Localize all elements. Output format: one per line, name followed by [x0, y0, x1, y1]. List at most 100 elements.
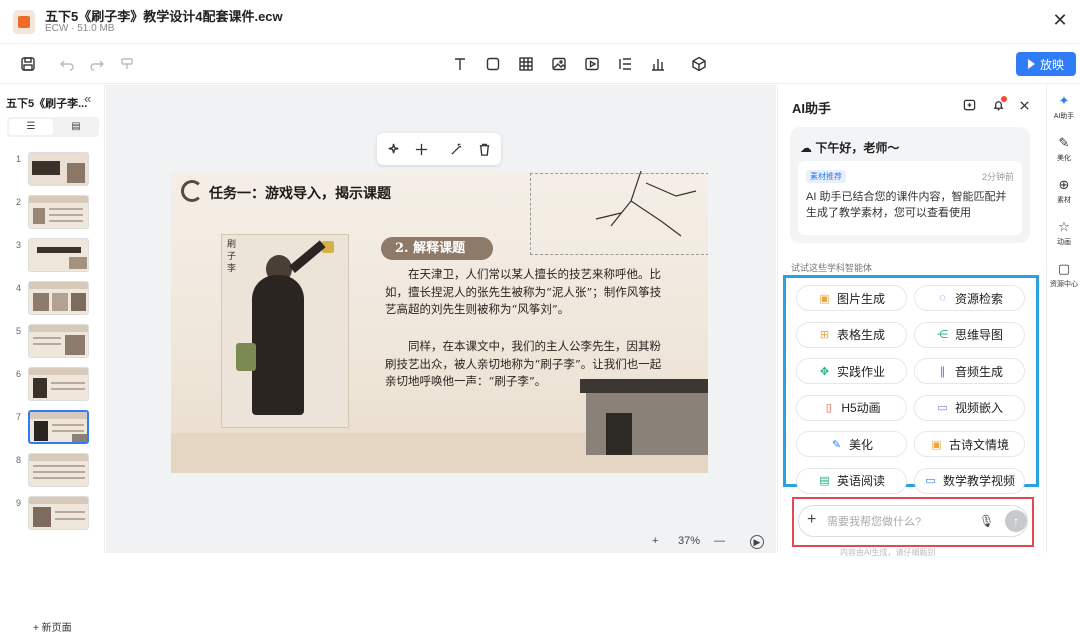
chat-input[interactable] [827, 512, 967, 532]
slide-number: 2 [16, 197, 22, 207]
image-icon[interactable] [549, 54, 569, 74]
new-page-button[interactable]: + 新页面 [33, 619, 72, 634]
rail-item-ai-assistant[interactable]: ✦ AI助手 [1047, 93, 1080, 121]
greeting-text: ☁ 下午好，老师～ [800, 141, 900, 155]
microphone-icon[interactable]: 🎙 [979, 514, 994, 528]
zoom-out-button[interactable]: — [714, 535, 725, 547]
swirl-decoration [181, 180, 203, 202]
agent-label: 表格生成 [836, 328, 885, 342]
agent-label: 美化 [848, 437, 873, 452]
agent-icon: ▣ [931, 438, 942, 451]
save-icon[interactable] [18, 54, 38, 74]
rail-item-beautify[interactable]: ✎ 美化 [1047, 135, 1080, 163]
send-button[interactable]: ↑ [1005, 510, 1027, 532]
outline-view-button[interactable]: ☰ [9, 119, 53, 135]
selection-outline [530, 173, 708, 255]
message-tag: 素材推荐 [806, 170, 846, 183]
rail-label: AI助手 [1053, 113, 1075, 120]
text-icon[interactable] [450, 54, 470, 74]
play-slideshow-button[interactable]: 放映 [1016, 52, 1076, 76]
rail-item-materials[interactable]: ⊕ 素材 [1047, 177, 1080, 205]
mindmap-icon[interactable] [615, 54, 635, 74]
agent-button[interactable]: ▣ 图片生成 [796, 285, 907, 311]
agent-label: 数学教学视频 [942, 474, 1015, 488]
new-chat-icon[interactable] [961, 97, 977, 113]
body-paragraph-1: 在天津卫，人们常以某人擅长的技艺来称呼他。比如，擅长捏泥人的张先生被称为“泥人张… [385, 267, 662, 316]
agent-button[interactable]: ▣ 古诗文情境 [914, 431, 1025, 457]
agent-button[interactable]: ∥ 音频生成 [914, 358, 1025, 384]
rail-item-animation[interactable]: ☆ 动画 [1047, 219, 1080, 247]
agent-label: H5动画 [841, 401, 881, 415]
agent-button[interactable]: ◌ 资源检索 [914, 285, 1025, 311]
undo-icon[interactable] [57, 54, 77, 74]
play-from-current-button[interactable]: ▶ [750, 535, 764, 549]
shape-icon[interactable] [483, 54, 503, 74]
slide-number: 5 [16, 326, 22, 336]
table-icon[interactable] [516, 54, 536, 74]
magic-wand-icon[interactable] [447, 140, 465, 158]
agent-button[interactable]: ▤ 英语阅读 [796, 467, 907, 494]
slide-thumbnail[interactable] [28, 195, 89, 229]
cloud-icon: ☁ [800, 141, 816, 155]
attach-plus-icon[interactable]: + [807, 511, 816, 529]
agent-icon: ⋲ [936, 329, 948, 341]
agents-section-label: 试试这些学科智能体 [791, 263, 873, 273]
agent-label: 实践作业 [836, 364, 885, 379]
assistant-message[interactable]: 素材推荐 2分钟前 AI 助手已结合您的课件内容，智能匹配并生成了教学素材，您可… [798, 161, 1022, 235]
agent-button[interactable]: ▯ H5动画 [796, 394, 907, 421]
slide-thumbnail[interactable] [28, 496, 89, 530]
agent-button[interactable]: ✥ 实践作业 [796, 358, 907, 384]
thumbnail-view-button[interactable]: ▤ [55, 119, 97, 135]
agent-button[interactable]: ⊞ 表格生成 [796, 321, 907, 348]
slide-thumbnail[interactable] [28, 453, 89, 487]
message-time: 2分钟前 [981, 172, 1014, 182]
slide-thumbnail[interactable] [28, 281, 89, 315]
video-icon[interactable] [582, 54, 602, 74]
agent-button[interactable]: ▭ 视频嵌入 [914, 394, 1025, 421]
slide-thumbnail[interactable] [28, 367, 89, 401]
greeting-card: ☁ 下午好，老师～ 素材推荐 2分钟前 AI 助手已结合您的课件内容，智能匹配并… [790, 127, 1030, 243]
agent-icon: ▯ [825, 402, 832, 414]
zoom-in-button[interactable]: + [652, 535, 658, 547]
delete-icon[interactable] [475, 140, 493, 158]
ai-sparkle-icon[interactable] [385, 140, 403, 158]
agent-label: 音频生成 [954, 364, 1003, 379]
cube-icon[interactable] [689, 54, 709, 74]
star-icon: ☆ [1058, 219, 1070, 234]
format-painter-icon[interactable] [117, 54, 137, 74]
agent-button[interactable]: ▭ 数学教学视频 [914, 467, 1025, 494]
ai-panel-title: AI助手 [792, 101, 832, 116]
chart-icon[interactable] [648, 54, 668, 74]
section-pill: 2. 解释课题 [381, 237, 493, 260]
slide-number: 6 [16, 369, 22, 379]
slide-thumbnail[interactable] [28, 152, 89, 186]
add-icon[interactable] [412, 140, 430, 158]
agent-button[interactable]: ⋲ 思维导图 [914, 321, 1025, 348]
agent-label: 视频嵌入 [954, 401, 1003, 415]
agent-icon: ∥ [939, 365, 946, 378]
agents-highlight-box: ▣ 图片生成 ◌ 资源检索 ⊞ 表格生成 ⋲ 思维导图 ✥ 实践作业 ∥ 音频生成 ▯ H5动画 ▭ 视频嵌入… [783, 275, 1039, 494]
right-rail: ✦ AI助手 ✎ 美化 ⊕ 素材 ☆ 动画 ▢ 资源中心 [1046, 85, 1080, 553]
slide-number: 1 [16, 154, 22, 164]
agent-icon: ▭ [937, 402, 948, 414]
redo-icon[interactable] [87, 54, 107, 74]
agent-button[interactable]: ✎ 美化 [796, 431, 907, 457]
agent-icon: ▭ [925, 475, 936, 487]
brush-icon: ✎ [1058, 135, 1070, 150]
slide-thumbnail[interactable] [28, 324, 89, 358]
deck-title: 五下5《刷子李... [6, 98, 88, 110]
slide-preview[interactable]: 任务一：游戏导入，揭示课题 刷子李 2. 解释课题 在天津卫，人们常以某人擅长的… [171, 171, 708, 473]
folder-icon: ▢ [1057, 261, 1071, 276]
agent-icon: ✎ [831, 438, 842, 451]
agent-label: 资源检索 [954, 291, 1003, 306]
rail-item-resource-center[interactable]: ▢ 资源中心 [1047, 261, 1080, 289]
slide-thumbnail-selected[interactable] [28, 410, 89, 444]
close-panel-icon[interactable] [1016, 97, 1032, 113]
building-illustration [580, 379, 708, 455]
rail-label: 资源中心 [1050, 281, 1078, 288]
collapse-pane-icon[interactable]: « [84, 91, 91, 106]
slide-thumbnail[interactable] [28, 238, 89, 272]
slide-number: 8 [16, 455, 22, 465]
slide-heading: 任务一：游戏导入，揭示课题 [209, 186, 391, 202]
close-window-button[interactable]: ✕ [1048, 10, 1072, 31]
